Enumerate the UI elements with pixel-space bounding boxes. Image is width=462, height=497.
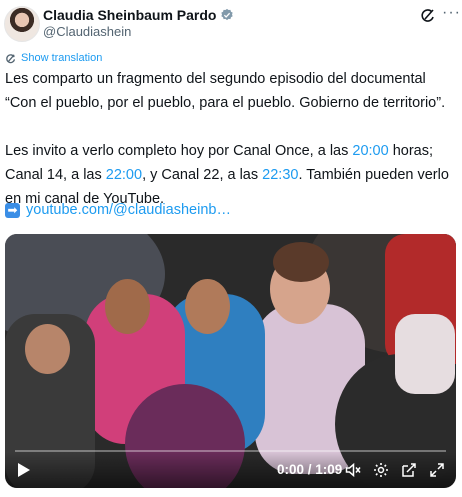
time-link-2200[interactable]: 22:00 <box>106 167 142 183</box>
tweet-paragraph-2: Les invito a verlo completo hoy por Cana… <box>5 139 457 211</box>
settings-gear-icon[interactable] <box>373 462 389 478</box>
translate-icon <box>6 53 16 63</box>
video-player[interactable]: 0:00 / 1:09 <box>5 234 456 488</box>
play-icon[interactable] <box>17 462 31 478</box>
youtube-link[interactable]: youtube.com/@claudiasheinb… <box>26 202 231 218</box>
verified-badge-icon <box>221 8 234 21</box>
video-progress-bar[interactable] <box>15 450 446 452</box>
volume-icon[interactable] <box>345 462 361 478</box>
show-translation-link[interactable]: Show translation <box>5 52 102 64</box>
tweet-header: Claudia Sheinbaum Pardo @Claudiashein ··… <box>0 0 462 50</box>
show-translation-label[interactable]: Show translation <box>21 52 102 64</box>
avatar[interactable] <box>4 6 40 42</box>
tweet-text: Les comparto un fragmento del segundo ep… <box>5 67 457 211</box>
time-link-2230[interactable]: 22:30 <box>262 167 298 183</box>
author-handle[interactable]: @Claudiashein <box>43 24 131 39</box>
grok-icon[interactable] <box>420 8 436 24</box>
picture-in-picture-icon[interactable] <box>401 462 417 478</box>
fullscreen-icon[interactable] <box>429 462 445 478</box>
tweet-paragraph-1: Les comparto un fragmento del segundo ep… <box>5 71 446 111</box>
youtube-link-row: ➡ youtube.com/@claudiasheinb… <box>5 202 231 218</box>
author-name-row: Claudia Sheinbaum Pardo <box>43 7 234 23</box>
right-arrow-emoji-icon: ➡ <box>5 202 20 218</box>
text-segment: Les invito a verlo completo hoy por Cana… <box>5 143 353 159</box>
author-name[interactable]: Claudia Sheinbaum Pardo <box>43 7 216 23</box>
video-time: 0:00 / 1:09 <box>277 462 343 477</box>
time-link-2000[interactable]: 20:00 <box>352 143 388 159</box>
text-segment: , y Canal 22, a las <box>142 167 263 183</box>
more-options-icon[interactable]: ··· <box>442 4 460 21</box>
